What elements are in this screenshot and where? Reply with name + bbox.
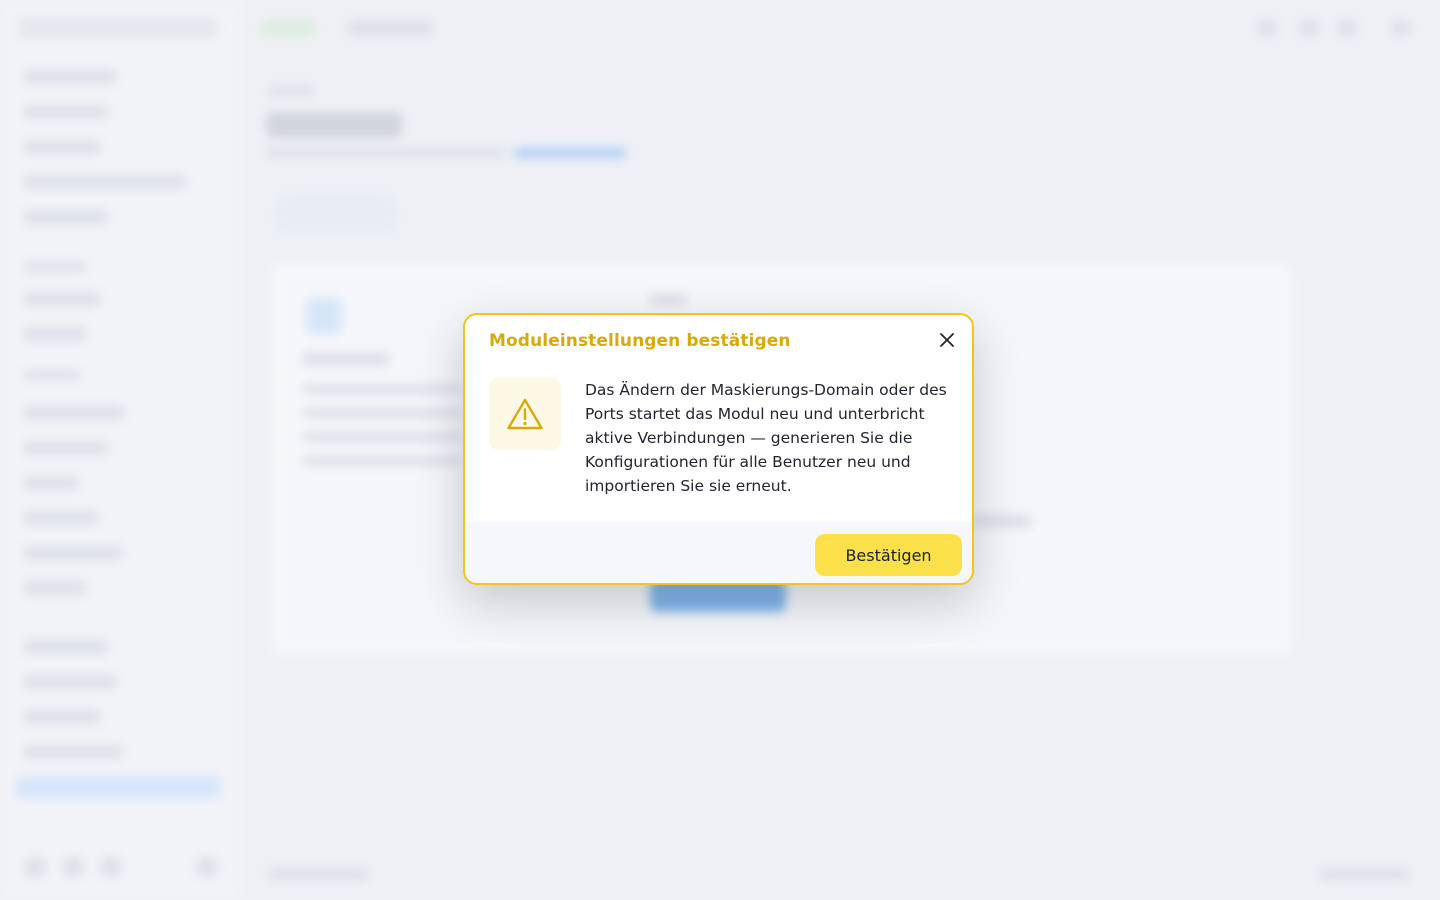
warning-icon-container xyxy=(489,378,561,450)
close-button[interactable] xyxy=(934,327,960,353)
confirm-dialog: Moduleinstellungen bestätigen Das Ändern… xyxy=(463,313,974,585)
close-icon xyxy=(940,333,954,347)
dialog-title: Moduleinstellungen bestätigen xyxy=(489,331,791,351)
dialog-message: Das Ändern der Maskierungs-Domain oder d… xyxy=(585,381,947,495)
modal-overlay: Moduleinstellungen bestätigen Das Ändern… xyxy=(0,0,1440,900)
confirm-button[interactable]: Bestätigen xyxy=(815,534,962,576)
dialog-footer: Bestätigen xyxy=(465,522,972,583)
warning-triangle-icon xyxy=(507,398,543,430)
